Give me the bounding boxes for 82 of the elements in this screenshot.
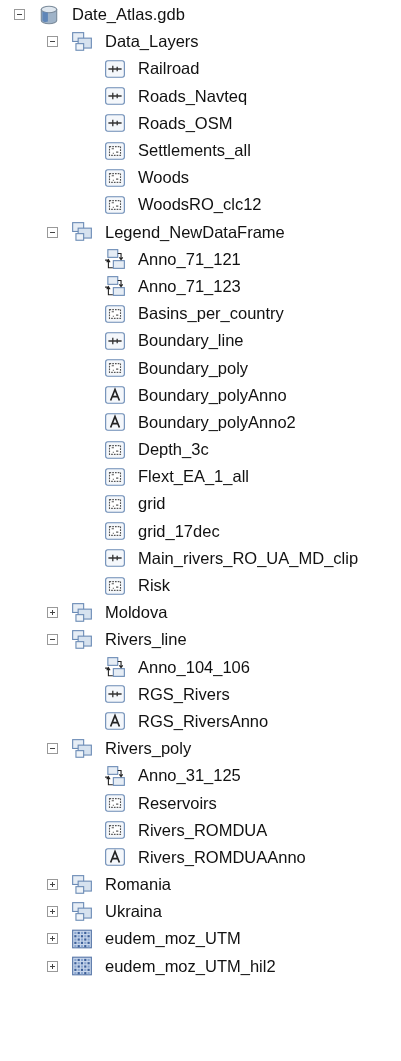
- relationship-icon: [104, 764, 126, 787]
- polygon-layer-icon: [104, 438, 126, 461]
- collapse-icon[interactable]: [14, 9, 25, 21]
- tree-item-label[interactable]: Romania: [105, 875, 172, 895]
- tree-item-label[interactable]: WoodsRO_clc12: [138, 195, 262, 215]
- tree-item-label[interactable]: Flext_EA_1_all: [138, 467, 249, 487]
- database-icon: [38, 3, 60, 26]
- tree-item-label[interactable]: Risk: [138, 576, 171, 596]
- polygon-layer-icon: [104, 574, 126, 597]
- line-layer-icon: [104, 547, 126, 570]
- tree-item-label[interactable]: Anno_71_121: [138, 249, 241, 269]
- tree-item-label[interactable]: Settlements_all: [138, 141, 251, 161]
- tree-item-label[interactable]: RGS_Rivers: [138, 684, 230, 704]
- polygon-layer-icon: [104, 302, 126, 325]
- line-layer-icon: [104, 57, 126, 80]
- annotation-layer-icon: [104, 710, 126, 733]
- tree-item-label[interactable]: Boundary_polyAnno2: [138, 412, 296, 432]
- tree-item-label[interactable]: Roads_OSM: [138, 113, 233, 133]
- line-layer-icon: [104, 112, 126, 135]
- dataset-icon: [71, 900, 93, 923]
- tree-item-label[interactable]: Rivers_ROMDUA: [138, 820, 268, 840]
- tree-item-label[interactable]: Boundary_line: [138, 331, 244, 351]
- dataset-icon: [71, 737, 93, 760]
- dataset-icon: [71, 873, 93, 896]
- tree-item-label[interactable]: eudem_moz_UTM_hil2: [105, 956, 276, 976]
- collapse-icon[interactable]: [47, 36, 58, 48]
- polygon-layer-icon: [104, 792, 126, 815]
- tree-item-label[interactable]: Reservoirs: [138, 793, 217, 813]
- tree-item-label[interactable]: Rivers_poly: [105, 739, 192, 759]
- line-layer-icon: [104, 329, 126, 352]
- annotation-layer-icon: [104, 411, 126, 434]
- raster-icon: [71, 955, 93, 978]
- polygon-layer-icon: [104, 492, 126, 515]
- polygon-layer-icon: [104, 819, 126, 842]
- expand-icon[interactable]: [47, 879, 58, 891]
- tree-item-label[interactable]: Woods: [138, 168, 190, 188]
- relationship-icon: [104, 656, 126, 679]
- collapse-icon[interactable]: [47, 226, 58, 238]
- tree-item-label[interactable]: grid: [138, 494, 166, 514]
- tree-item-label[interactable]: Boundary_poly: [138, 358, 249, 378]
- relationship-icon: [104, 275, 126, 298]
- polygon-layer-icon: [104, 166, 126, 189]
- tree-item-label[interactable]: Moldova: [105, 603, 168, 623]
- line-layer-icon: [104, 683, 126, 706]
- expand-icon[interactable]: [47, 906, 58, 918]
- tree-item-label[interactable]: Data_Layers: [105, 32, 199, 52]
- annotation-layer-icon: [104, 846, 126, 869]
- tree-item-label[interactable]: eudem_moz_UTM: [105, 929, 241, 949]
- tree-item-label[interactable]: Rivers_ROMDUAAnno: [138, 847, 306, 867]
- collapse-icon[interactable]: [47, 743, 58, 755]
- tree-item-label[interactable]: Rivers_line: [105, 630, 187, 650]
- polygon-layer-icon: [104, 465, 126, 488]
- tree-item-label[interactable]: Ukraina: [105, 902, 162, 922]
- expand-icon[interactable]: [47, 960, 58, 972]
- tree-item-label[interactable]: Anno_104_106: [138, 657, 250, 677]
- polygon-layer-icon: [104, 520, 126, 543]
- polygon-layer-icon: [104, 139, 126, 162]
- tree-item-label[interactable]: Date_Atlas.gdb: [72, 5, 185, 25]
- annotation-layer-icon: [104, 384, 126, 407]
- tree-item-label[interactable]: Railroad: [138, 59, 200, 79]
- dataset-icon: [71, 30, 93, 53]
- tree-item-label[interactable]: Anno_71_123: [138, 276, 241, 296]
- tree-item-label[interactable]: Boundary_polyAnno: [138, 385, 287, 405]
- dataset-icon: [71, 601, 93, 624]
- tree-item-label[interactable]: RGS_RiversAnno: [138, 711, 269, 731]
- tree-item-label[interactable]: Roads_Navteq: [138, 86, 248, 106]
- tree-item-label[interactable]: Depth_3c: [138, 440, 209, 460]
- dataset-icon: [71, 628, 93, 651]
- collapse-icon[interactable]: [47, 634, 58, 646]
- tree-item-label[interactable]: Legend_NewDataFrame: [105, 222, 285, 242]
- tree-item-label[interactable]: Anno_31_125: [138, 766, 241, 786]
- dataset-icon: [71, 221, 93, 244]
- polygon-layer-icon: [104, 357, 126, 380]
- expand-icon[interactable]: [47, 933, 58, 945]
- expand-icon[interactable]: [47, 607, 58, 619]
- tree-item-label[interactable]: Main_rivers_RO_UA_MD_clip: [138, 548, 359, 568]
- relationship-icon: [104, 248, 126, 271]
- tree-item-label[interactable]: Basins_per_country: [138, 304, 284, 324]
- tree-item-label[interactable]: grid_17dec: [138, 521, 220, 541]
- line-layer-icon: [104, 85, 126, 108]
- polygon-layer-icon: [104, 193, 126, 216]
- raster-icon: [71, 927, 93, 950]
